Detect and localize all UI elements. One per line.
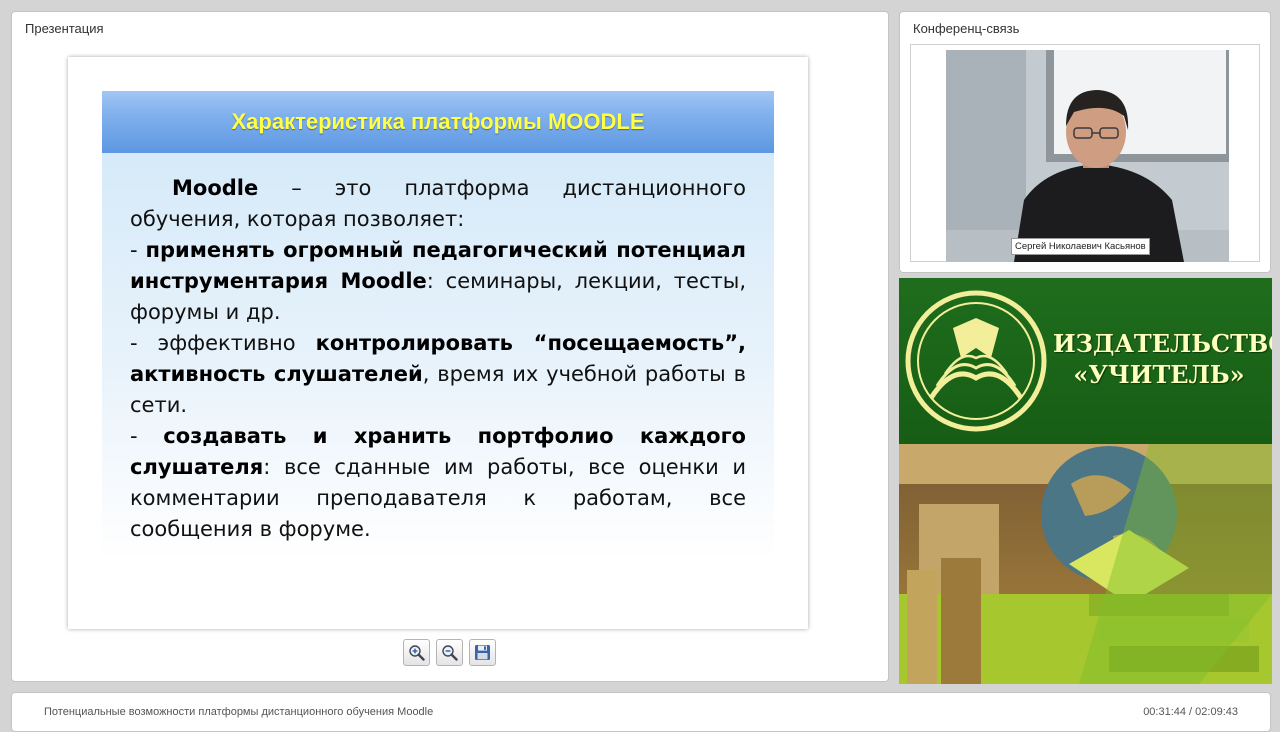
presentation-panel: Презентация Характеристика платформы MOO… (11, 11, 889, 682)
slide-bold-term: Moodle (172, 176, 259, 200)
zoom-out-button[interactable] (436, 639, 463, 666)
playback-time: 00:31:44 / 02:09:43 (1143, 706, 1238, 718)
publisher-header: ИЗДАТЕЛЬСТВО «УЧИТЕЛЬ» (899, 278, 1272, 444)
floppy-disk-icon (475, 645, 490, 660)
books-globe-image (899, 444, 1272, 684)
conference-panel-title: Конференц-связь (913, 21, 1020, 36)
slide-text-run: - (130, 238, 146, 262)
slide-list-item: - применять огромный педагогический поте… (130, 235, 746, 328)
slide-paragraph: Moodle – это платформа дистанционного об… (130, 173, 746, 235)
publisher-logo-icon (905, 290, 1047, 432)
slide-text: Moodle – это платформа дистанционного об… (130, 173, 746, 545)
publisher-banner: ИЗДАТЕЛЬСТВО «УЧИТЕЛЬ» (899, 278, 1272, 684)
slide-text-run: - эффективно (130, 331, 316, 355)
save-button[interactable] (469, 639, 496, 666)
publisher-name-line: ИЗДАТЕЛЬСТВО (1053, 329, 1272, 358)
books-globe-illustration (899, 444, 1272, 684)
slide-list-item: - эффективно контролировать “посещаемост… (130, 328, 746, 421)
publisher-name: ИЗДАТЕЛЬСТВО «УЧИТЕЛЬ» (1053, 328, 1272, 390)
conference-panel: Конференц-связь Сергей Николаевич Касьян… (899, 11, 1271, 273)
presentation-slide: Характеристика платформы MOODLE Moodle –… (68, 57, 808, 629)
zoom-in-button[interactable] (403, 639, 430, 666)
slide-heading: Характеристика платформы MOODLE (102, 91, 774, 153)
video-container: Сергей Николаевич Касьянов (910, 44, 1260, 262)
status-bar: Потенциальные возможности платформы дист… (11, 692, 1271, 732)
publisher-name-line: «УЧИТЕЛЬ» (1073, 360, 1245, 389)
presentation-panel-title: Презентация (25, 21, 104, 36)
lecture-title: Потенциальные возможности платформы дист… (44, 706, 434, 718)
speaker-name-label: Сергей Николаевич Касьянов (1011, 238, 1150, 255)
speaker-video-frame (946, 50, 1229, 262)
zoom-out-icon (442, 645, 458, 661)
zoom-in-icon (409, 645, 425, 661)
slide-body: Moodle – это платформа дистанционного об… (102, 153, 774, 561)
slide-text-run: - (130, 424, 164, 448)
speaker-video: Сергей Николаевич Касьянов (946, 50, 1229, 262)
slide-list-item: - создавать и хранить портфолио каждого … (130, 421, 746, 545)
